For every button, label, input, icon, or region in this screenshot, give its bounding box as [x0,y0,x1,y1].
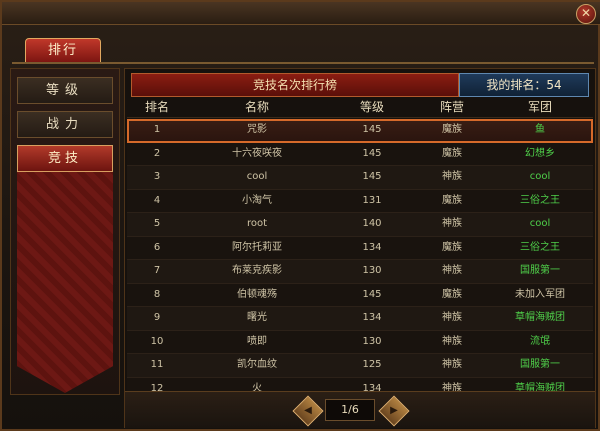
row-rank: 3 [153,171,161,182]
row-rank: 11 [150,359,164,370]
table-row[interactable]: 3 cool 145 神族 cool [127,166,593,190]
row-name: 十六夜咲夜 [232,147,282,159]
decorative-banner [17,169,113,393]
row-level: 145 [362,171,382,182]
row-camp: 魔族 [442,241,462,253]
arrow-left-icon: ◀ [304,405,312,416]
arrow-right-icon: ▶ [390,405,398,416]
row-name: 布莱克疾影 [232,265,282,276]
row-camp: 魔族 [442,288,462,300]
row-guild: 草帽海贼团 [515,312,565,323]
ranking-table: 1 咒影 145 魔族 鱼 2 十六夜咲夜 145 魔族 幻想乡 3 cool … [127,119,593,401]
header-name: 名称 [244,100,269,114]
row-level: 130 [362,265,382,276]
sidebar-item-level[interactable]: 等级 [17,77,113,104]
row-rank: 8 [153,288,161,300]
row-camp: 魔族 [442,147,462,159]
row-camp: 魔族 [442,194,462,206]
header-rank: 排名 [144,100,169,114]
row-guild: cool [529,218,551,229]
panel-title: 竞技名次排行榜 [131,73,459,97]
row-level: 145 [362,147,382,159]
table-row[interactable]: 6 阿尔托莉亚 134 魔族 三俗之王 [127,236,593,260]
row-guild: 鱼 [535,124,545,135]
row-name: 阿尔托莉亚 [232,241,282,253]
category-sidebar: 等级 战力 竞技 [10,68,120,395]
close-icon: ✕ [580,6,592,20]
row-camp: 魔族 [442,124,462,135]
row-level: 130 [362,335,382,347]
table-row[interactable]: 1 咒影 145 魔族 鱼 [127,119,593,143]
row-camp: 神族 [442,265,462,276]
row-name: 小淘气 [242,194,272,206]
row-rank: 4 [153,194,161,206]
table-row[interactable]: 9 曙光 134 神族 草帽海贼团 [127,307,593,331]
row-level: 125 [362,359,382,370]
row-rank: 6 [153,241,161,253]
row-name: 喷即 [247,335,267,347]
tab-divider [12,62,594,64]
table-row[interactable]: 2 十六夜咲夜 145 魔族 幻想乡 [127,142,593,166]
sidebar-item-arena[interactable]: 竞技 [17,145,113,172]
next-page-button[interactable]: ▶ [378,395,410,427]
row-guild: cool [529,171,551,182]
ranking-window: ✕ 排行 等级 战力 竞技 竞技名次排行榜 我的排名：54 排名 名称 等级 阵… [0,0,600,431]
row-rank: 7 [153,265,161,276]
table-header: 排名 名称 等级 阵营 军团 [127,97,593,118]
row-name: 凯尔血纹 [237,359,277,370]
row-guild: 流氓 [530,335,550,347]
row-level: 134 [362,241,382,253]
row-camp: 神族 [442,335,462,347]
prev-page-button[interactable]: ◀ [292,395,324,427]
table-row[interactable]: 11 凯尔血纹 125 神族 国服第一 [127,354,593,378]
table-row[interactable]: 10 喷即 130 神族 流氓 [127,330,593,354]
header-guild: 军团 [527,100,552,114]
ranking-panel: 竞技名次排行榜 我的排名：54 排名 名称 等级 阵营 军团 1 咒影 145 … [124,68,596,428]
sidebar-item-power[interactable]: 战力 [17,111,113,138]
row-guild: 三俗之王 [520,241,560,253]
row-rank: 9 [153,312,161,323]
row-level: 145 [362,124,382,135]
row-camp: 神族 [442,359,462,370]
window-top-bar [2,2,600,25]
row-level: 145 [362,288,382,300]
row-level: 134 [362,312,382,323]
row-rank: 10 [150,335,164,347]
my-rank-display: 我的排名：54 [459,73,589,97]
row-name: root [246,218,268,229]
table-row[interactable]: 5 root 140 神族 cool [127,213,593,237]
row-level: 140 [362,218,382,229]
row-name: cool [246,171,268,182]
table-row[interactable]: 8 伯顿魂殇 145 魔族 未加入军团 [127,283,593,307]
table-row[interactable]: 7 布莱克疾影 130 神族 国服第一 [127,260,593,284]
row-rank: 2 [153,147,161,159]
header-camp: 阵营 [439,100,464,114]
row-name: 咒影 [247,124,267,135]
header-level: 等级 [359,100,384,114]
table-row[interactable]: 4 小淘气 131 魔族 三俗之王 [127,189,593,213]
row-rank: 1 [153,124,161,135]
close-button[interactable]: ✕ [576,4,596,24]
row-guild: 国服第一 [520,265,560,276]
tab-ranking[interactable]: 排行 [25,38,101,64]
row-camp: 神族 [442,218,462,229]
row-rank: 5 [153,218,161,229]
row-camp: 神族 [442,312,462,323]
row-guild: 三俗之王 [520,194,560,206]
row-level: 131 [362,194,382,206]
page-indicator: 1/6 [325,399,375,421]
row-name: 伯顿魂殇 [237,288,277,300]
pagination-bar: ◀ 1/6 ▶ [125,391,595,428]
row-guild: 未加入军团 [515,288,565,300]
row-camp: 神族 [442,171,462,182]
row-guild: 幻想乡 [525,147,555,159]
row-guild: 国服第一 [520,359,560,370]
row-name: 曙光 [247,312,267,323]
